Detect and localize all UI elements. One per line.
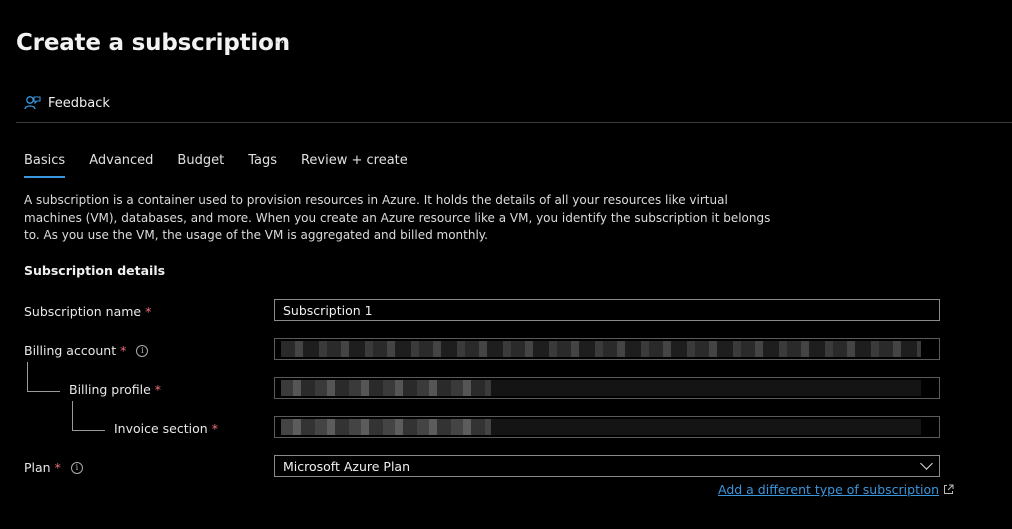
tree-connector <box>72 401 105 431</box>
plan-value: Microsoft Azure Plan <box>283 459 411 474</box>
billing-profile-dropdown[interactable] <box>274 377 940 399</box>
section-title: Subscription details <box>24 263 166 278</box>
required-marker: * <box>154 382 162 397</box>
feedback-button[interactable]: Feedback <box>24 95 110 111</box>
tab-tags[interactable]: Tags <box>248 153 277 174</box>
feedback-icon <box>24 96 41 110</box>
tab-advanced[interactable]: Advanced <box>89 153 153 174</box>
tab-basics[interactable]: Basics <box>24 153 66 178</box>
redacted-value <box>281 341 921 357</box>
page-title: Create a subscription <box>16 30 290 56</box>
required-marker: * <box>211 421 218 436</box>
tab-budget[interactable]: Budget <box>177 153 224 174</box>
subscription-name-text: Subscription name <box>24 304 142 319</box>
plan-text: Plan <box>24 460 51 475</box>
required-marker: * <box>120 343 127 358</box>
redacted-value <box>281 419 491 435</box>
redacted-value <box>491 419 921 435</box>
invoice-section-label: Invoice section * <box>114 421 218 436</box>
tab-review-create[interactable]: Review + create <box>301 153 408 174</box>
billing-account-label: Billing account * i <box>24 343 149 358</box>
info-icon[interactable]: i <box>70 461 83 474</box>
info-icon[interactable]: i <box>136 344 149 357</box>
billing-account-dropdown[interactable] <box>274 338 940 360</box>
subscription-name-input[interactable]: Subscription 1 <box>274 299 940 321</box>
redacted-value <box>491 380 921 396</box>
plan-label: Plan * i <box>24 460 83 475</box>
billing-profile-label: Billing profile * <box>69 382 161 397</box>
billing-profile-text: Billing profile <box>69 382 151 397</box>
toolbar-divider <box>16 122 1012 123</box>
add-subscription-type-link[interactable]: Add a different type of subscription <box>718 482 954 497</box>
redacted-value <box>281 380 491 396</box>
tree-connector <box>27 362 60 392</box>
more-options-button[interactable]: ··· <box>270 36 285 51</box>
plan-dropdown[interactable]: Microsoft Azure Plan <box>274 455 940 477</box>
invoice-section-text: Invoice section <box>114 421 208 436</box>
feedback-label: Feedback <box>48 95 110 111</box>
add-subscription-type-label: Add a different type of subscription <box>718 482 940 497</box>
external-link-icon <box>944 484 954 494</box>
chevron-down-icon <box>920 457 933 470</box>
description-text: A subscription is a container used to pr… <box>24 193 771 242</box>
required-marker: * <box>145 304 152 319</box>
tab-bar: Basics Advanced Budget Tags Review + cre… <box>24 153 432 178</box>
subscription-name-label: Subscription name * <box>24 304 151 319</box>
invoice-section-dropdown[interactable] <box>274 416 940 438</box>
required-marker: * <box>54 460 61 475</box>
billing-account-text: Billing account <box>24 343 117 358</box>
